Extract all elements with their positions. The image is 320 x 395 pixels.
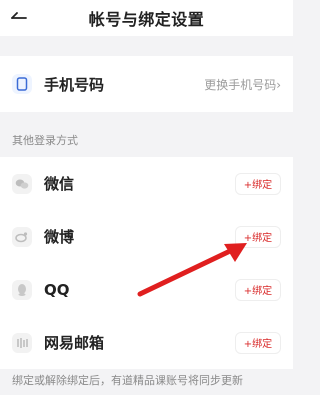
wechat-icon xyxy=(12,173,32,194)
phone-icon xyxy=(12,74,32,94)
list-item-qq: QQ +绑定 xyxy=(0,263,293,316)
list-item-weibo: 微博 +绑定 xyxy=(0,210,293,263)
bind-weibo-button[interactable]: +绑定 xyxy=(235,225,281,248)
weibo-icon xyxy=(12,226,32,247)
bind-netease-mail-button[interactable]: +绑定 xyxy=(235,331,281,354)
wechat-label: 微信 xyxy=(44,175,75,193)
qq-label: QQ xyxy=(44,280,70,299)
netease-mail-label: 网易邮箱 xyxy=(44,334,105,352)
page-title: 帐号与绑定设置 xyxy=(88,10,205,29)
weibo-label: 微博 xyxy=(44,228,75,246)
phone-row[interactable]: 手机号码 更换手机号码› xyxy=(0,56,293,112)
list-item-netease-mail: 网易邮箱 +绑定 xyxy=(0,316,293,369)
phone-section: 手机号码 更换手机号码› xyxy=(0,56,293,112)
phone-label: 手机号码 xyxy=(44,75,105,94)
other-login-list: 微信 +绑定 微博 +绑定 QQ +绑定 网易邮箱 +绑定 xyxy=(0,157,293,369)
top-bar: 帐号与绑定设置 xyxy=(0,0,293,36)
section-title-other-login: 其他登录方式 xyxy=(12,134,78,147)
netease-mail-icon xyxy=(12,332,32,353)
bind-qq-button[interactable]: +绑定 xyxy=(235,278,281,301)
bind-wechat-button[interactable]: +绑定 xyxy=(235,172,281,195)
qq-icon xyxy=(12,279,32,300)
footer-note: 绑定或解除绑定后，有道精品课账号将同步更新 xyxy=(12,374,243,387)
back-arrow-icon[interactable] xyxy=(10,10,28,26)
change-phone-link[interactable]: 更换手机号码› xyxy=(204,76,281,93)
list-item-wechat: 微信 +绑定 xyxy=(0,157,293,210)
